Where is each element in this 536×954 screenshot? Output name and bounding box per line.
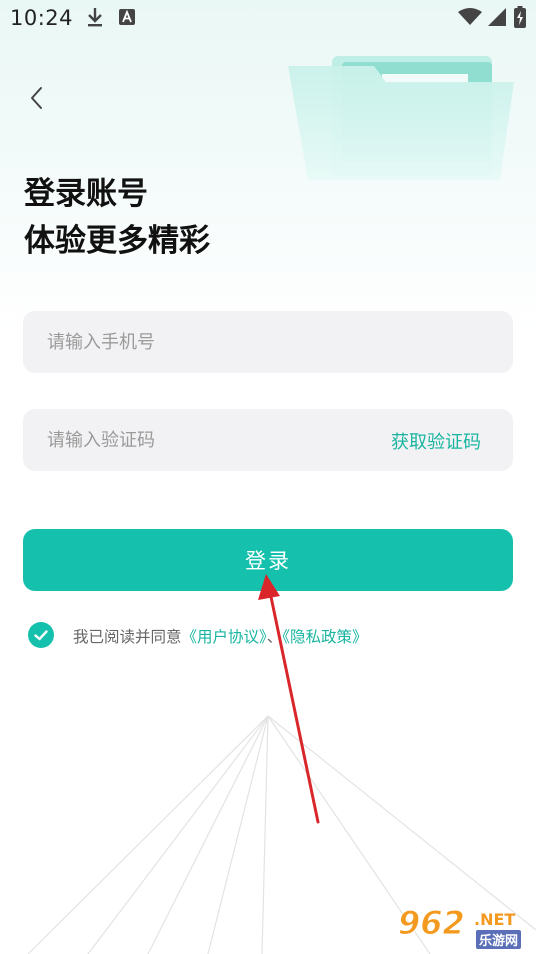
watermark-tld: .NET — [474, 910, 516, 929]
folder-icon — [282, 48, 522, 188]
status-time: 10:24 — [10, 6, 74, 30]
phone-input[interactable] — [47, 311, 487, 373]
status-bar: 10:24 — [0, 0, 536, 38]
code-field: 获取验证码 — [23, 409, 513, 471]
page-title-line-2: 体验更多精彩 — [24, 223, 210, 259]
download-icon — [86, 6, 104, 32]
agreement-prefix: 我已阅读并同意 — [73, 628, 182, 646]
phone-field — [23, 311, 513, 373]
page-title-line-1: 登录账号 — [24, 176, 148, 212]
check-icon — [34, 630, 48, 641]
agreement-checkbox[interactable] — [28, 622, 54, 648]
signal-icon — [488, 8, 506, 30]
chevron-left-icon — [31, 87, 42, 109]
back-button[interactable] — [22, 80, 54, 116]
watermark-cn: 乐游网 — [476, 930, 522, 949]
verification-code-input[interactable] — [47, 409, 367, 471]
battery-charging-icon — [514, 6, 526, 32]
wifi-icon — [458, 8, 482, 30]
watermark-logo: 962 .NET 乐游网 — [394, 904, 532, 952]
watermark-brand: 962 — [398, 904, 466, 943]
get-code-button[interactable]: 获取验证码 — [391, 428, 481, 454]
annotation-arrow — [258, 574, 320, 824]
font-a-icon — [119, 9, 135, 29]
